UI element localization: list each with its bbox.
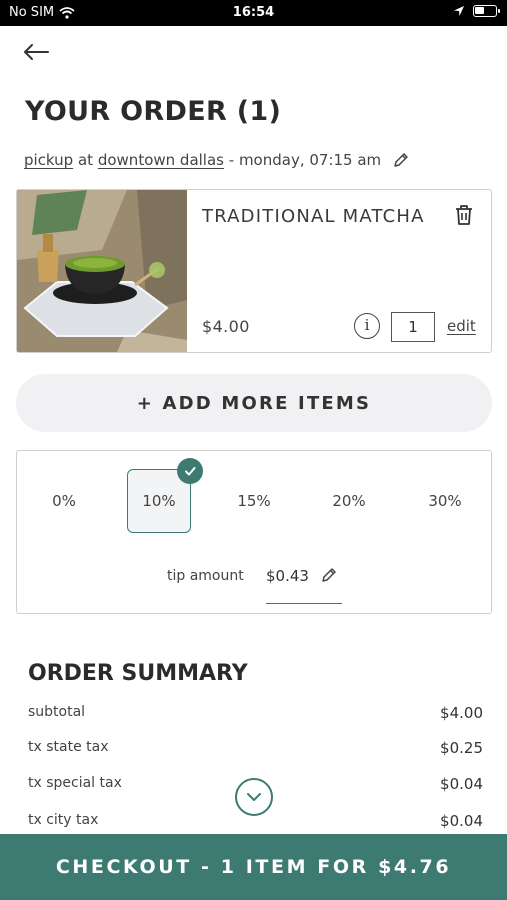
location-link[interactable]: downtown dallas	[98, 151, 224, 169]
tip-option-label: 10%	[142, 492, 176, 510]
summary-label: tx state tax	[28, 739, 109, 755]
summary-label: tx special tax	[28, 775, 122, 791]
tip-option-20[interactable]: 20%	[317, 469, 381, 533]
pencil-icon	[394, 153, 408, 167]
chevron-down-icon	[247, 793, 261, 801]
quantity-input[interactable]: 1	[391, 312, 435, 342]
checkout-button[interactable]: CHECKOUT - 1 ITEM FOR $4.76	[0, 834, 507, 900]
status-time: 16:54	[232, 5, 275, 20]
summary-amount: $0.04	[440, 812, 483, 830]
order-summary-title: ORDER SUMMARY	[28, 661, 248, 686]
summary-label: tx city tax	[28, 812, 99, 828]
tip-option-10[interactable]: 10%	[127, 458, 203, 533]
arrow-left-icon	[24, 44, 49, 60]
tip-amount-underline	[266, 603, 342, 604]
status-right	[453, 5, 500, 17]
summary-amount: $0.04	[440, 775, 483, 793]
battery-icon	[473, 5, 500, 17]
order-meta: pickup at downtown dallas - monday, 07:1…	[24, 151, 409, 169]
summary-row-subtotal: subtotal $4.00	[28, 704, 483, 722]
tip-amount-label: tip amount	[167, 568, 244, 584]
matcha-photo	[17, 190, 187, 352]
location-arrow-icon	[454, 6, 464, 16]
item-price: $4.00	[202, 317, 250, 336]
summary-label: subtotal	[28, 704, 86, 720]
schedule-text: - monday, 07:15 am	[228, 151, 382, 169]
item-image	[17, 190, 187, 352]
at-label: at	[77, 151, 94, 169]
summary-row-state-tax: tx state tax $0.25	[28, 739, 483, 757]
summary-amount: $0.25	[440, 739, 483, 757]
edit-tip-button[interactable]	[321, 567, 337, 587]
pencil-icon	[322, 568, 336, 582]
scroll-down-button[interactable]	[235, 778, 273, 816]
cart-item-card: TRADITIONAL MATCHA $4.00 i 1 edit	[16, 189, 492, 353]
tip-amount-input[interactable]: $0.43	[266, 567, 309, 585]
tip-option-15[interactable]: 15%	[222, 469, 286, 533]
order-type-link[interactable]: pickup	[24, 151, 73, 169]
tip-option-label: 0%	[52, 492, 76, 510]
tip-card: 0% 10% 15% 20% 30% tip amount $0.43	[16, 450, 492, 614]
tip-option-30[interactable]: 30%	[413, 469, 477, 533]
back-button[interactable]	[22, 38, 54, 66]
tip-option-0[interactable]: 0%	[32, 469, 96, 533]
edit-item-link[interactable]: edit	[447, 317, 476, 335]
item-name: TRADITIONAL MATCHA	[202, 206, 425, 227]
tip-option-label: 15%	[237, 492, 271, 510]
summary-amount: $4.00	[440, 704, 483, 722]
delete-item-button[interactable]	[454, 204, 474, 230]
check-icon	[177, 458, 203, 484]
page-title: YOUR ORDER (1)	[25, 96, 282, 127]
status-bar: No SIM 16:54	[0, 0, 507, 26]
edit-schedule-button[interactable]	[393, 152, 409, 168]
add-more-items-button[interactable]: + ADD MORE ITEMS	[16, 374, 492, 432]
tip-option-label: 30%	[428, 492, 462, 510]
trash-icon	[456, 205, 472, 225]
tip-option-label: 20%	[332, 492, 366, 510]
info-icon[interactable]: i	[354, 313, 380, 339]
